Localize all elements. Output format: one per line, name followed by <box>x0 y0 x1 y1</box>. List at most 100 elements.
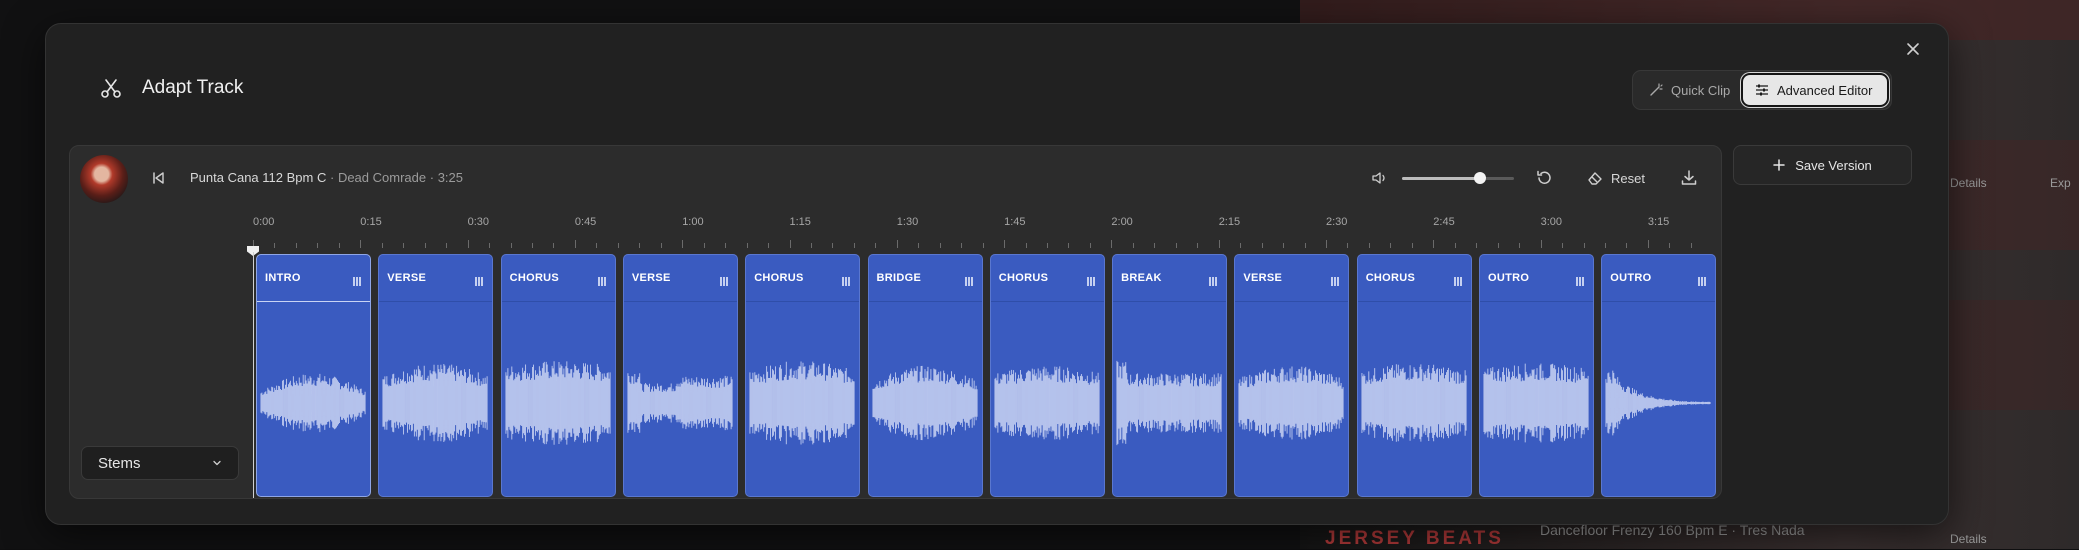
timeline-tick <box>360 240 362 248</box>
segment-header[interactable]: VERSE <box>379 255 493 302</box>
timeline-tick <box>660 243 662 248</box>
segment-header[interactable]: CHORUS <box>746 255 860 302</box>
timeline-tick <box>768 243 770 248</box>
close-button[interactable] <box>1902 38 1924 60</box>
segment-verse[interactable]: VERSE <box>622 254 738 497</box>
timeline-tick <box>1433 240 1435 248</box>
timeline-tick <box>467 240 469 248</box>
segment-chorus[interactable]: CHORUS <box>989 254 1105 497</box>
timeline-tick <box>1197 243 1199 248</box>
quick-clip-button[interactable]: Quick Clip <box>1637 75 1742 105</box>
advanced-editor-button[interactable]: Advanced Editor <box>1743 75 1887 105</box>
drag-handle-icon[interactable] <box>1697 273 1707 286</box>
timeline-tick <box>574 240 576 248</box>
segment-header[interactable]: CHORUS <box>990 255 1104 302</box>
drag-handle-icon[interactable] <box>964 273 974 286</box>
segment-intro[interactable]: INTRO <box>256 254 371 497</box>
timeline-tick <box>1669 243 1671 248</box>
volume-icon[interactable] <box>1372 171 1388 185</box>
drag-handle-icon[interactable] <box>1086 273 1096 286</box>
segment-outro[interactable]: OUTRO <box>1601 254 1717 497</box>
segment-header[interactable]: CHORUS <box>501 255 615 302</box>
timeline-tick-label: 2:30 <box>1326 216 1348 228</box>
timeline-tick <box>789 240 791 248</box>
modal-title: Adapt Track <box>142 77 244 98</box>
timeline-ruler[interactable]: 0:00 0:15 0:30 0:45 1:00 1:15 1:30 1:45 2:00 2:15… <box>253 216 1711 248</box>
save-version-button[interactable]: Save Version <box>1733 145 1912 185</box>
timeline-tick <box>1132 243 1134 248</box>
segment-header[interactable]: OUTRO <box>1480 255 1593 302</box>
timeline-tick-label: 3:15 <box>1647 216 1670 228</box>
drag-handle-icon[interactable] <box>841 273 851 286</box>
timeline-tick <box>1004 240 1006 248</box>
waveform <box>382 364 488 442</box>
volume-fill <box>1402 177 1481 180</box>
drag-handle-icon[interactable] <box>1453 273 1463 286</box>
timeline-tick <box>1047 243 1049 248</box>
reset-label: Reset <box>1611 170 1645 186</box>
quick-clip-label: Quick Clip <box>1671 82 1731 98</box>
segment-chorus[interactable]: CHORUS <box>1356 254 1472 497</box>
undo-icon[interactable] <box>1535 169 1553 187</box>
waveform <box>1238 366 1344 440</box>
timeline-tick <box>1411 243 1413 248</box>
segment-outro[interactable]: OUTRO <box>1479 254 1594 497</box>
timeline-tick-label: 0:30 <box>467 216 490 228</box>
timeline-tick-label: 2:45 <box>1433 216 1455 228</box>
timeline-tick <box>1154 243 1156 248</box>
timeline-tick <box>939 243 941 248</box>
drag-handle-icon[interactable] <box>719 273 729 286</box>
timeline-tick <box>1476 243 1478 248</box>
timeline-tick <box>489 243 491 248</box>
stems-label: Stems <box>98 454 141 472</box>
download-icon[interactable] <box>1680 169 1698 187</box>
volume-slider[interactable] <box>1402 172 1514 184</box>
waveform <box>1483 363 1589 443</box>
background-details-link-2: Details <box>1950 532 1987 546</box>
track-info: Punta Cana 112 Bpm C · Dead Comrade · 3:… <box>190 170 463 185</box>
waveform <box>749 361 855 445</box>
timeline-tick <box>403 243 405 248</box>
drag-handle-icon[interactable] <box>352 273 362 286</box>
timeline-tick-label: 1:45 <box>1004 216 1026 228</box>
timeline-tick <box>617 243 619 248</box>
segment-break[interactable]: BREAK <box>1112 254 1228 497</box>
segment-header[interactable]: VERSE <box>1235 255 1349 302</box>
drag-handle-icon[interactable] <box>474 273 484 286</box>
skip-back-icon[interactable] <box>150 170 166 186</box>
timeline-tick <box>1304 243 1306 248</box>
segment-verse[interactable]: VERSE <box>378 254 494 497</box>
timeline-tick <box>596 243 598 248</box>
drag-handle-icon[interactable] <box>597 273 607 286</box>
waveform <box>1361 364 1467 442</box>
timeline-tick <box>1497 243 1499 248</box>
drag-handle-icon[interactable] <box>1575 273 1585 286</box>
reset-button[interactable]: Reset <box>1587 167 1645 189</box>
mode-toggle: Quick Clip Advanced Editor <box>1632 70 1892 110</box>
timeline-tick <box>446 243 448 248</box>
segment-chorus[interactable]: CHORUS <box>745 254 861 497</box>
segment-header[interactable]: CHORUS <box>1357 255 1471 302</box>
background-details-link: Details <box>1950 176 1987 190</box>
timeline-tick <box>1218 240 1220 248</box>
segment-header[interactable]: OUTRO <box>1602 255 1716 302</box>
timeline-tick <box>918 243 920 248</box>
drag-handle-icon[interactable] <box>1208 273 1218 286</box>
timeline-tick <box>703 243 705 248</box>
segment-header[interactable]: VERSE <box>623 255 737 302</box>
drag-handle-icon[interactable] <box>1330 273 1340 286</box>
segment-verse[interactable]: VERSE <box>1234 254 1350 497</box>
stems-dropdown[interactable]: Stems <box>81 446 239 480</box>
segment-header[interactable]: BREAK <box>1113 255 1227 302</box>
segment-track: INTRO VERSE CHORUS VERSE CHORUS BRIDGE CHORUS B… <box>256 254 1717 497</box>
segment-bridge[interactable]: BRIDGE <box>867 254 983 497</box>
separator: · <box>429 170 435 185</box>
segment-chorus[interactable]: CHORUS <box>500 254 616 497</box>
volume-thumb[interactable] <box>1474 172 1487 184</box>
timeline-tick <box>982 243 984 248</box>
advanced-editor-label: Advanced Editor <box>1777 82 1873 98</box>
segment-header[interactable]: BRIDGE <box>868 255 982 302</box>
segment-header[interactable]: INTRO <box>257 255 370 302</box>
segment-label: OUTRO <box>1488 272 1530 284</box>
timeline-tick <box>1240 243 1242 248</box>
